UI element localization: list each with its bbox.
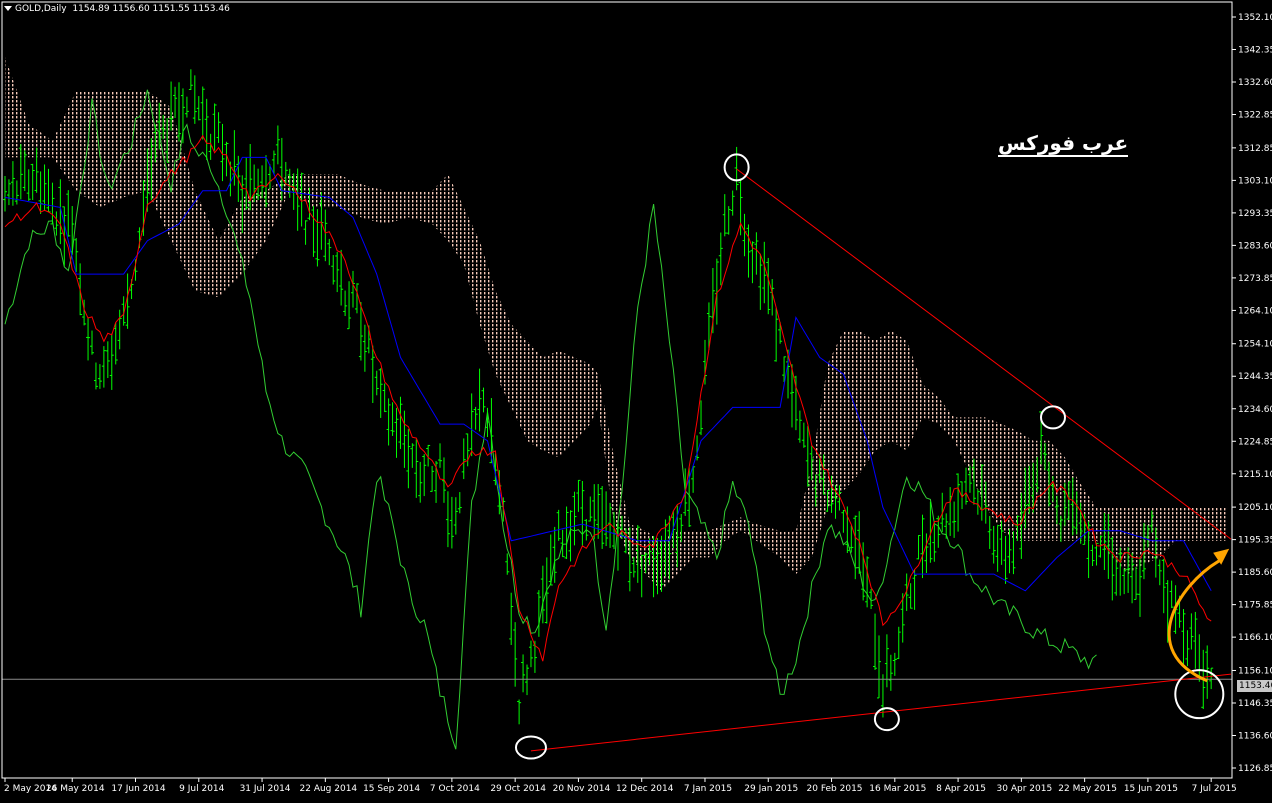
current-price-tag: 1153.46 [1237, 680, 1272, 692]
x-tick-label: 12 Dec 2014 [616, 784, 674, 794]
x-tick-label: 30 Apr 2015 [997, 784, 1053, 794]
y-tick-label: 1332.60 [1238, 78, 1272, 88]
y-tick-label: 1254.10 [1238, 340, 1272, 350]
y-tick-label: 1264.10 [1238, 306, 1272, 316]
watermark-text: عرب فوركس [998, 131, 1129, 157]
x-tick-label: 15 Sep 2014 [363, 784, 420, 794]
y-tick-label: 1244.35 [1238, 372, 1272, 382]
y-tick-label: 1185.60 [1238, 568, 1272, 578]
y-tick-label: 1195.35 [1238, 536, 1272, 546]
x-tick-label: 9 Jul 2014 [179, 784, 224, 794]
ohlc-values: 1154.89 1156.60 1151.55 1153.46 [72, 4, 230, 14]
x-tick-label: 20 Feb 2015 [807, 784, 863, 794]
x-tick-label: 15 Jun 2015 [1124, 784, 1178, 794]
y-tick-label: 1156.10 [1238, 666, 1272, 676]
y-tick-label: 1136.60 [1238, 731, 1272, 741]
dropdown-triangle-icon[interactable] [4, 6, 12, 11]
y-tick-label: 1273.85 [1238, 274, 1272, 284]
y-tick-label: 1146.35 [1238, 699, 1272, 709]
symbol-label: GOLD,Daily [15, 4, 67, 14]
chart-header: GOLD,Daily 1154.89 1156.60 1151.55 1153.… [4, 4, 230, 14]
chart-area[interactable]: 1352.10 1342.35 1332.60 1322.85 1312.85 1303.… [0, 0, 1272, 799]
y-tick-label: 1312.85 [1238, 144, 1272, 154]
x-tick-label: 7 Jan 2015 [684, 784, 732, 794]
x-tick-label: 29 Oct 2014 [490, 784, 546, 794]
y-tick-label: 1303.10 [1238, 176, 1272, 186]
price-chart-svg: 1352.10 1342.35 1332.60 1322.85 1312.85 1303.… [0, 0, 1272, 799]
y-tick-label: 1352.10 [1238, 13, 1272, 23]
x-tick-label: 20 Nov 2014 [553, 784, 611, 794]
x-tick-label: 7 Jul 2015 [1192, 784, 1237, 794]
y-tick-label: 1283.60 [1238, 241, 1272, 251]
x-tick-label: 8 Apr 2015 [936, 784, 986, 794]
x-tick-label: 29 Jan 2015 [744, 784, 798, 794]
y-tick-label: 1293.35 [1238, 209, 1272, 219]
y-tick-label: 1175.85 [1238, 601, 1272, 611]
y-tick-label: 1166.10 [1238, 633, 1272, 643]
y-tick-label: 1322.85 [1238, 111, 1272, 121]
y-tick-label: 1215.10 [1238, 470, 1272, 480]
x-tick-label: 22 Aug 2014 [300, 784, 358, 794]
x-tick-label: 17 Jun 2014 [111, 784, 165, 794]
x-tick-label: 7 Oct 2014 [430, 784, 480, 794]
x-tick-label: 22 May 2015 [1058, 784, 1117, 794]
y-tick-label: 1205.10 [1238, 503, 1272, 513]
y-tick-label: 1126.85 [1238, 764, 1272, 774]
x-tick-label: 16 Mar 2015 [869, 784, 926, 794]
x-tick-label: 26 May 2014 [46, 784, 105, 794]
y-tick-label: 1234.60 [1238, 405, 1272, 415]
y-tick-label: 1224.85 [1238, 437, 1272, 447]
x-tick-label: 31 Jul 2014 [240, 784, 291, 794]
y-tick-label: 1342.35 [1238, 46, 1272, 56]
